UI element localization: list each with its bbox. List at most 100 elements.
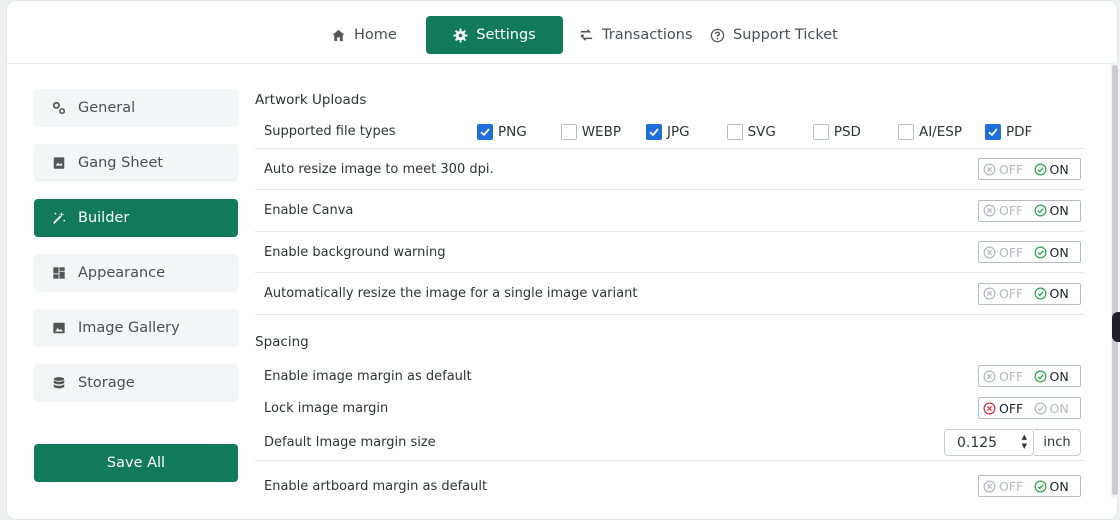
toggle-single-variant-resize[interactable]: OFF ON (978, 282, 1081, 305)
sidebar-item-label: Gang Sheet (78, 155, 164, 171)
margin-size-input[interactable]: 0.125 ▲ ▼ (944, 429, 1034, 456)
toggle-off-option[interactable]: OFF (979, 479, 1030, 494)
toggle-on-text: ON (1049, 478, 1069, 494)
toggle-lock-image-margin[interactable]: OFF ON (978, 397, 1081, 419)
tab-home-label: Home (354, 27, 397, 43)
toggle-off-option[interactable]: OFF (979, 369, 1030, 384)
tab-support-ticket[interactable]: Support Ticket (700, 16, 848, 54)
setting-row-enable-canva: Enable Canva OFF ON (255, 190, 1084, 232)
toggle-auto-resize[interactable]: OFF ON (978, 158, 1081, 180)
dashboard-icon (53, 267, 65, 279)
toggle-off-text: OFF (999, 368, 1024, 384)
toggle-image-margin-default[interactable]: OFF ON (978, 365, 1081, 387)
transactions-icon (580, 28, 593, 41)
save-all-button[interactable]: Save All (34, 444, 238, 482)
settings-card: Home Settings Transactions Support Ticke… (6, 0, 1118, 520)
sidebar-item-storage[interactable]: Storage (34, 364, 238, 402)
toggle-artboard-margin-default[interactable]: OFF ON (978, 475, 1081, 497)
checkbox-png[interactable] (477, 123, 493, 140)
scrollbar-thumb[interactable] (1112, 65, 1118, 495)
checkbox-webp[interactable] (560, 123, 577, 140)
caret-down-icon[interactable]: ▼ (1022, 442, 1027, 450)
side-widget-tab[interactable] (1112, 312, 1120, 342)
sidebar-item-label: Builder (78, 210, 130, 226)
x-circle-icon (983, 287, 996, 300)
check-circle-icon (1034, 287, 1046, 300)
tab-settings[interactable]: Settings (426, 16, 563, 54)
checkbox-psd[interactable] (812, 123, 829, 140)
check-circle-icon (1034, 402, 1046, 414)
tab-support-ticket-label: Support Ticket (733, 27, 838, 43)
toggle-on-text: ON (1049, 161, 1069, 177)
toggle-off-option[interactable]: OFF (979, 286, 1030, 301)
check-icon (480, 127, 490, 136)
toggle-on-option[interactable]: ON (1030, 245, 1081, 260)
filetype-label: PNG (498, 123, 527, 140)
section-title-spacing: Spacing (255, 334, 309, 350)
filetype-pdf[interactable]: PDF (984, 123, 1032, 140)
gear-icon (453, 27, 468, 43)
toggle-off-option[interactable]: OFF (979, 245, 1030, 260)
stepper-arrows[interactable]: ▲ ▼ (1022, 433, 1027, 450)
setting-label: Enable image margin as default (264, 368, 472, 384)
tab-transactions-label: Transactions (602, 27, 693, 43)
toggle-off-option[interactable]: OFF (979, 203, 1030, 218)
check-circle-icon (1034, 246, 1046, 258)
help-circle-icon (710, 28, 725, 42)
checkbox-svg[interactable] (726, 123, 743, 140)
toggle-background-warning[interactable]: OFF ON (978, 241, 1081, 263)
filetype-psd[interactable]: PSD (812, 123, 861, 140)
x-circle-icon (983, 246, 996, 258)
toggle-on-option[interactable]: ON (1030, 286, 1081, 301)
x-circle-icon (983, 204, 996, 217)
filetype-svg[interactable]: SVG (726, 123, 776, 140)
sidebar-item-image-gallery[interactable]: Image Gallery (34, 309, 238, 347)
section-title-artwork: Artwork Uploads (255, 92, 367, 108)
sidebar-item-builder[interactable]: Builder (34, 199, 238, 237)
toggle-off-text: OFF (999, 244, 1024, 260)
x-circle-icon (983, 163, 996, 175)
toggle-on-option[interactable]: ON (1030, 401, 1081, 416)
check-circle-icon (1034, 204, 1046, 217)
toggle-on-option[interactable]: ON (1030, 162, 1081, 177)
sidebar-item-general[interactable]: General (34, 89, 238, 127)
check-icon (988, 127, 998, 136)
filetype-label: PSD (833, 123, 861, 140)
file-types-group: PNG WEBP JPG SVG PSD AI/ESP PDF (477, 115, 1050, 148)
sidebar-item-gang-sheet[interactable]: Gang Sheet (34, 144, 238, 182)
filetype-label: AI/ESP (918, 123, 962, 140)
setting-row-background-warning: Enable background warning OFF ON (255, 232, 1084, 273)
check-icon (649, 127, 659, 136)
file-types-label: Supported file types (264, 124, 396, 139)
filetype-jpg[interactable]: JPG (645, 123, 690, 140)
toggle-on-text: ON (1049, 400, 1069, 416)
margin-size-value: 0.125 (957, 434, 998, 451)
filetype-ai-esp[interactable]: AI/ESP (897, 123, 962, 140)
caret-up-icon[interactable]: ▲ (1022, 433, 1027, 441)
filetype-label: JPG (666, 123, 690, 140)
toggle-off-text: OFF (999, 286, 1024, 301)
check-circle-icon (1034, 163, 1046, 175)
tab-transactions[interactable]: Transactions (569, 16, 703, 54)
checkbox-jpg[interactable] (645, 123, 662, 140)
setting-row-image-margin-default: Enable image margin as default OFF ON (255, 363, 1084, 389)
filetype-webp[interactable]: WEBP (560, 123, 621, 140)
sidebar-item-label: Appearance (78, 265, 166, 281)
checkbox-ai-esp[interactable] (897, 123, 914, 140)
filetype-label: WEBP (581, 123, 621, 140)
gears-icon (52, 101, 66, 115)
x-circle-icon (983, 402, 996, 414)
filetype-png[interactable]: PNG (477, 123, 527, 140)
tab-home[interactable]: Home (321, 16, 407, 54)
toggle-on-option[interactable]: ON (1030, 479, 1081, 494)
toggle-off-option[interactable]: OFF (979, 401, 1030, 416)
toggle-off-option[interactable]: OFF (979, 162, 1030, 177)
magic-wand-icon (53, 211, 66, 224)
toggle-enable-canva[interactable]: OFF ON (978, 199, 1081, 222)
toggle-on-option[interactable]: ON (1030, 203, 1081, 218)
toggle-on-option[interactable]: ON (1030, 369, 1081, 384)
setting-label: Enable Canva (264, 203, 354, 218)
checkbox-pdf[interactable] (984, 123, 1001, 140)
sidebar-item-appearance[interactable]: Appearance (34, 254, 238, 292)
database-icon (53, 377, 65, 389)
